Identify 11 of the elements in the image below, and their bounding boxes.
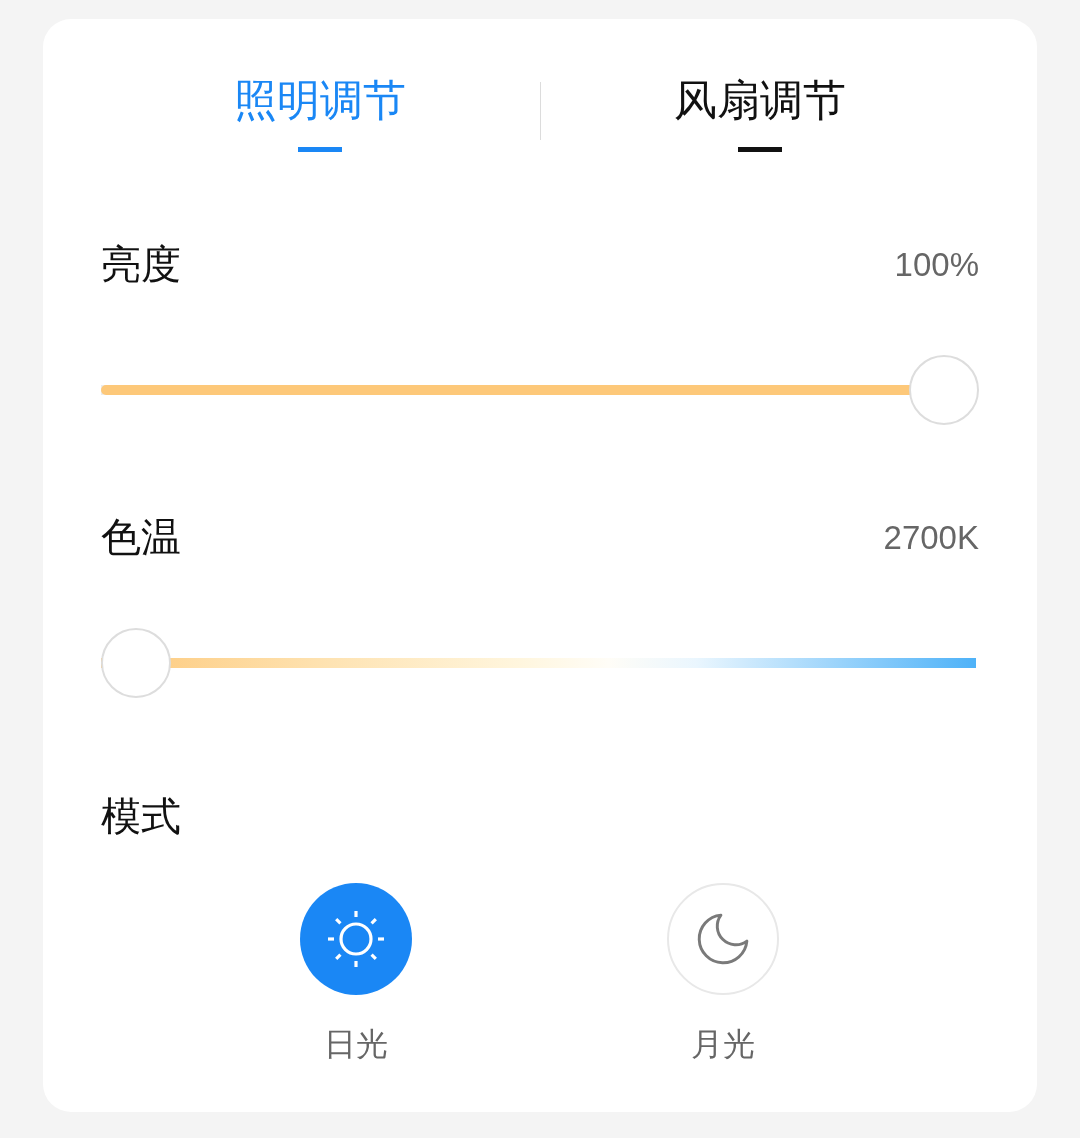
mode-label: 模式 — [101, 796, 181, 836]
slider-label: 色温 — [101, 517, 181, 557]
slider-reading: 2700K — [883, 520, 979, 554]
slider-label: 亮度 — [101, 244, 181, 284]
sun-icon — [327, 910, 385, 968]
tab[interactable]: 风扇调节 — [673, 79, 846, 152]
mode-option-label: 日光 — [324, 1028, 388, 1060]
tab[interactable]: 照明调节 — [234, 79, 407, 152]
moon-icon — [697, 913, 749, 965]
slider-reading: 100% — [894, 247, 979, 281]
mode-option-label: 月光 — [691, 1028, 755, 1060]
